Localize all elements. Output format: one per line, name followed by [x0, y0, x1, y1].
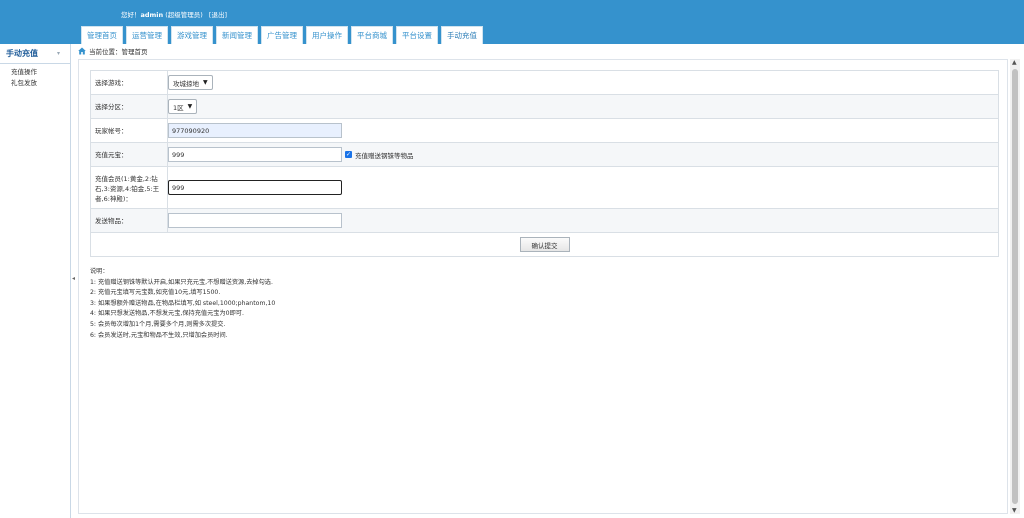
form-row-ingot: 充值元宝： 999 ✓ 充值赠送钢铢等物品: [91, 143, 998, 167]
breadcrumb: 当前位置： 管理首页: [78, 45, 148, 57]
account-input[interactable]: 977090920: [168, 123, 342, 138]
items-input[interactable]: [168, 213, 342, 228]
scrollbar-thumb[interactable]: [1012, 69, 1018, 504]
vertical-scrollbar[interactable]: ▲ ▼: [1010, 59, 1020, 514]
form-row-zone: 选择分区： 1区 ▼: [91, 95, 998, 119]
tab-game-management[interactable]: 游戏管理: [171, 26, 213, 44]
form-row-items: 发送物品：: [91, 209, 998, 233]
extra-gift-checkbox-wrap[interactable]: ✓ 充值赠送钢铢等物品: [345, 150, 414, 160]
extra-gift-checkbox[interactable]: ✓: [345, 151, 352, 158]
tab-operations[interactable]: 运营管理: [126, 26, 168, 44]
sidebar-item-gift-pack[interactable]: 礼包发放: [0, 78, 70, 89]
ingot-input[interactable]: 999: [168, 147, 342, 162]
breadcrumb-prefix: 当前位置：: [89, 48, 122, 56]
notes-line: 6: 会员发送时,元宝和物品不生效,只增加会员时间.: [90, 331, 228, 339]
recharge-form: 选择游戏： 攻城掠地 ▼ 选择分区： 1区 ▼ 玩家帐号： 977090920: [90, 70, 999, 257]
game-select[interactable]: 攻城掠地 ▼: [168, 75, 213, 90]
welcome-prefix: 您好！: [121, 11, 141, 19]
chevron-down-icon[interactable]: ▾: [57, 51, 63, 57]
tab-user-operations[interactable]: 用户操作: [306, 26, 348, 44]
sidebar: 手动充值 ▾ 充值操作 礼包发放: [0, 44, 71, 518]
sidebar-title: 手动充值: [6, 49, 38, 58]
notes-line: 5: 会员每次增加1个月,需要多个月,则需多次提交.: [90, 320, 226, 328]
sidebar-item-recharge[interactable]: 充值操作: [0, 67, 70, 78]
account-label: 玩家帐号：: [91, 119, 168, 142]
home-icon: [78, 47, 86, 55]
tab-platform-mall[interactable]: 平台商城: [351, 26, 393, 44]
username: admin: [140, 11, 164, 19]
tab-manual-recharge[interactable]: 手动充值: [441, 26, 483, 44]
notes-title: 说明：: [90, 268, 109, 275]
vip-input[interactable]: 999: [168, 180, 342, 195]
top-header: 您好！admin (超级管理员) [退出] 管理首页 运营管理 游戏管理 新闻管…: [0, 0, 1024, 44]
logout-link[interactable]: [退出]: [209, 11, 227, 19]
form-row-submit: 确认提交: [91, 233, 998, 256]
main-nav-tabs: 管理首页 运营管理 游戏管理 新闻管理 广告管理 用户操作 平台商城 平台设置 …: [81, 26, 483, 44]
form-row-account: 玩家帐号： 977090920: [91, 119, 998, 143]
items-label: 发送物品：: [91, 209, 168, 232]
user-role: (超级管理员): [165, 11, 203, 19]
tab-news-management[interactable]: 新闻管理: [216, 26, 258, 44]
ingot-label: 充值元宝：: [91, 143, 168, 166]
tab-platform-settings[interactable]: 平台设置: [396, 26, 438, 44]
chevron-down-icon: ▼: [203, 79, 208, 86]
notes-line: 2: 充值元宝填写元宝数,如充值10元,填写1500.: [90, 289, 221, 297]
notes-line: 4: 如果只想发送物品,不想发元宝,保持充值元宝为0即可.: [90, 310, 244, 318]
game-label: 选择游戏：: [91, 71, 168, 94]
scroll-down-icon[interactable]: ▼: [1012, 507, 1017, 514]
form-row-game: 选择游戏： 攻城掠地 ▼: [91, 71, 998, 95]
scroll-up-icon[interactable]: ▲: [1012, 59, 1017, 66]
sidebar-collapse-icon[interactable]: ◂: [72, 274, 77, 284]
notes: 说明： 1: 充值赠送钢铢等默认开启,如果只充元宝,不想赠送资源,去掉勾选. 2…: [90, 267, 275, 341]
tab-ads-management[interactable]: 广告管理: [261, 26, 303, 44]
zone-select-value: 1区: [173, 103, 184, 112]
notes-line: 3: 如果想额外赠送物品,在物品栏填写,如 steel,1000;phantom…: [90, 299, 276, 307]
chevron-down-icon: ▼: [187, 103, 193, 110]
welcome-text: 您好！admin (超级管理员) [退出]: [121, 9, 227, 19]
game-select-value: 攻城掠地: [173, 79, 199, 88]
extra-gift-checkbox-label: 充值赠送钢铢等物品: [355, 151, 414, 160]
submit-button[interactable]: 确认提交: [519, 237, 570, 252]
vip-label: 充值会员(1:黄金,2:钻石,3:资源,4:铂金,5:王者,6:神殿)：: [91, 167, 168, 208]
notes-line: 1: 充值赠送钢铢等默认开启,如果只充元宝,不想赠送资源,去掉勾选.: [90, 278, 273, 286]
form-row-vip: 充值会员(1:黄金,2:钻石,3:资源,4:铂金,5:王者,6:神殿)： 999: [91, 167, 998, 209]
breadcrumb-current: 管理首页: [121, 48, 148, 56]
sidebar-header[interactable]: 手动充值 ▾: [0, 44, 70, 64]
zone-select[interactable]: 1区 ▼: [168, 99, 198, 114]
zone-label: 选择分区：: [91, 95, 168, 118]
content-frame: 选择游戏： 攻城掠地 ▼ 选择分区： 1区 ▼ 玩家帐号： 977090920: [78, 59, 1008, 514]
tab-admin-home[interactable]: 管理首页: [81, 26, 123, 44]
